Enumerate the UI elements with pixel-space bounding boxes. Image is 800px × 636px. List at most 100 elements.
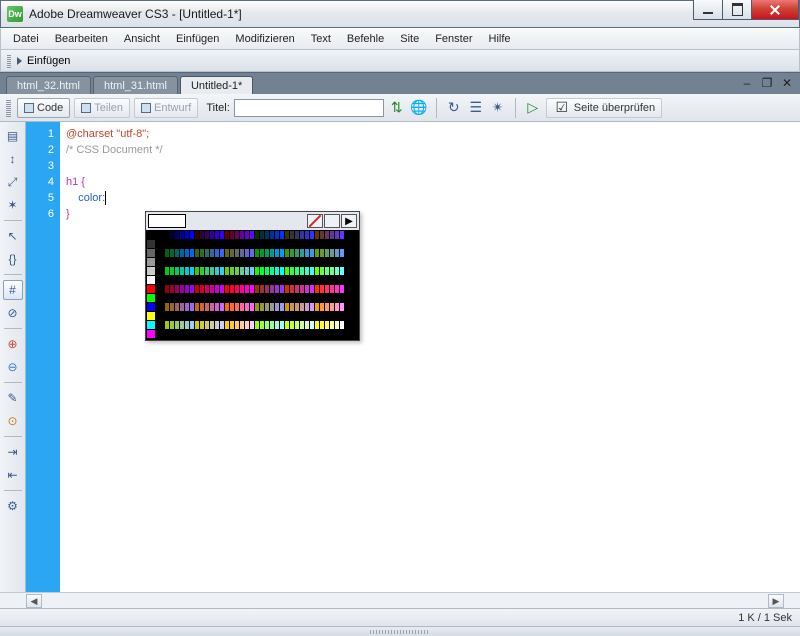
grip-icon <box>7 54 11 68</box>
color-swatch[interactable] <box>156 231 165 240</box>
color-swatch[interactable] <box>156 285 165 294</box>
document-tabs: html_32.html html_31.html Untitled-1* – … <box>0 72 800 94</box>
highlight-invalid-icon[interactable]: ⊘ <box>3 303 23 323</box>
format-source-icon[interactable]: ⚙ <box>3 496 23 516</box>
color-swatch[interactable] <box>156 312 165 321</box>
code-toolbar: ▤ ↕ ⤢ ✶ ↖ {} # ⊘ ⊕ ⊖ ✎ ⊙ ⇥ ⇤ ⚙ <box>0 122 26 592</box>
system-color-icon[interactable] <box>324 214 340 228</box>
balance-braces-icon[interactable]: ↖ <box>3 226 23 246</box>
preview-icon[interactable]: ▷ <box>524 99 542 117</box>
open-docs-icon[interactable]: ▤ <box>3 126 23 146</box>
tab-html32[interactable]: html_32.html <box>6 76 91 94</box>
globe-icon[interactable]: 🌐 <box>410 99 428 117</box>
color-swatch[interactable] <box>340 321 345 330</box>
color-swatch[interactable] <box>147 321 156 330</box>
color-swatch[interactable] <box>156 303 165 312</box>
menu-help[interactable]: Hilfe <box>481 30 519 48</box>
view-split-button[interactable]: Teilen <box>74 98 130 118</box>
check-page-icon: ☑ <box>553 99 571 117</box>
code-editor[interactable]: 123 456 @charset "utf-8"; /* CSS Documen… <box>26 122 800 592</box>
menu-insert[interactable]: Einfügen <box>168 30 227 48</box>
scroll-right-icon[interactable]: ▶ <box>768 594 784 608</box>
line-number-gutter: 123 456 <box>26 122 60 592</box>
insert-bar[interactable]: Einfügen <box>0 50 800 72</box>
color-swatch[interactable] <box>156 258 165 267</box>
color-swatch[interactable] <box>156 321 165 330</box>
menu-file[interactable]: Datei <box>5 30 47 48</box>
title-label: Titel: <box>206 102 229 114</box>
color-swatch[interactable] <box>147 267 156 276</box>
color-swatch[interactable] <box>340 267 345 276</box>
window-title: Adobe Dreamweaver CS3 - [Untitled-1*] <box>29 7 694 21</box>
view-code-button[interactable]: Code <box>17 98 70 118</box>
title-input[interactable] <box>234 99 384 117</box>
maximize-button[interactable] <box>722 0 752 20</box>
color-swatch[interactable] <box>340 303 345 312</box>
menu-modify[interactable]: Modifizieren <box>227 30 302 48</box>
panel-splitter[interactable] <box>0 626 800 636</box>
color-swatch[interactable] <box>147 276 156 285</box>
expand-all-icon[interactable]: ⤢ <box>3 172 23 192</box>
indent-icon[interactable]: ⇥ <box>3 442 23 462</box>
color-swatch[interactable] <box>147 294 156 303</box>
wrap-tag-icon[interactable]: ✎ <box>3 388 23 408</box>
braces-icon[interactable]: {} <box>3 249 23 269</box>
menu-commands[interactable]: Befehle <box>339 30 392 48</box>
apply-comment-icon[interactable]: ⊕ <box>3 334 23 354</box>
select-parent-icon[interactable]: ✶ <box>3 195 23 215</box>
picker-menu-icon[interactable]: ▶ <box>341 214 357 228</box>
menu-window[interactable]: Fenster <box>427 30 480 48</box>
color-swatch[interactable] <box>147 285 156 294</box>
color-swatch[interactable] <box>147 258 156 267</box>
minimize-button[interactable] <box>693 0 723 20</box>
disclosure-arrow-icon[interactable] <box>17 57 22 65</box>
remove-comment-icon[interactable]: ⊖ <box>3 357 23 377</box>
insert-bar-label: Einfügen <box>27 55 70 67</box>
menu-view[interactable]: Ansicht <box>116 30 168 48</box>
color-swatch[interactable] <box>156 276 165 285</box>
color-swatch[interactable] <box>147 249 156 258</box>
color-swatch[interactable] <box>147 240 156 249</box>
close-button[interactable] <box>751 0 799 20</box>
color-swatch[interactable] <box>156 294 165 303</box>
color-swatch[interactable] <box>156 267 165 276</box>
menu-bar: Datei Bearbeiten Ansicht Einfügen Modifi… <box>0 28 800 50</box>
doc-restore-icon[interactable]: ❐ <box>760 76 774 90</box>
check-page-button[interactable]: ☑Seite überprüfen <box>546 98 662 118</box>
spellcheck-icon[interactable]: ⇅ <box>388 99 406 117</box>
document-toolbar: Code Teilen Entwurf Titel: ⇅ 🌐 ↻ ☰ ✴ ▷ ☑… <box>0 94 800 122</box>
color-swatch[interactable] <box>156 330 165 339</box>
view-design-button[interactable]: Entwurf <box>134 98 198 118</box>
menu-text[interactable]: Text <box>303 30 339 48</box>
menu-site[interactable]: Site <box>392 30 427 48</box>
outdent-icon[interactable]: ⇤ <box>3 465 23 485</box>
color-picker-popup: ▶ <box>145 211 360 341</box>
refresh-icon[interactable]: ↻ <box>445 99 463 117</box>
title-bar: Dw Adobe Dreamweaver CS3 - [Untitled-1*] <box>0 0 800 28</box>
scroll-left-icon[interactable]: ◀ <box>26 594 42 608</box>
menu-edit[interactable]: Bearbeiten <box>47 30 116 48</box>
tab-untitled[interactable]: Untitled-1* <box>180 76 253 94</box>
color-swatch[interactable] <box>156 249 165 258</box>
doc-minimize-icon[interactable]: – <box>740 76 754 90</box>
color-grid[interactable] <box>146 230 359 340</box>
line-numbers-icon[interactable]: # <box>3 280 23 300</box>
tab-html31[interactable]: html_31.html <box>93 76 178 94</box>
collapse-full-icon[interactable]: ↕ <box>3 149 23 169</box>
color-swatch[interactable] <box>147 330 156 339</box>
color-swatch[interactable] <box>156 240 165 249</box>
no-color-icon[interactable] <box>307 214 323 228</box>
recent-snippets-icon[interactable]: ⊙ <box>3 411 23 431</box>
color-swatch[interactable] <box>147 303 156 312</box>
color-swatch[interactable] <box>340 231 345 240</box>
doc-close-icon[interactable]: ✕ <box>780 76 794 90</box>
color-swatch[interactable] <box>147 312 156 321</box>
color-swatch[interactable] <box>147 231 156 240</box>
code-content[interactable]: @charset "utf-8"; /* CSS Document */ h1 … <box>60 122 800 592</box>
color-swatch[interactable] <box>340 285 345 294</box>
color-swatch[interactable] <box>340 249 345 258</box>
file-manage-icon[interactable]: ☰ <box>467 99 485 117</box>
view-options-icon[interactable]: ✴ <box>489 99 507 117</box>
horizontal-scrollbar[interactable]: ◀ ▶ <box>0 592 800 608</box>
status-size: 1 K / 1 Sek <box>738 612 792 624</box>
